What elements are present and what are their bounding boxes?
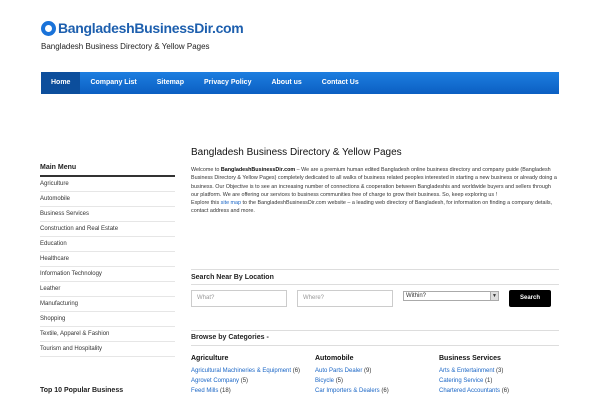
what-input[interactable]: What? xyxy=(191,290,287,307)
nav-sitemap[interactable]: Sitemap xyxy=(147,72,194,94)
site-map-link[interactable]: site map xyxy=(221,200,241,206)
category-count: (18) xyxy=(220,388,231,394)
divider xyxy=(191,345,559,346)
sidebar-item-shopping[interactable]: Shopping xyxy=(40,312,175,327)
category-title-automobile[interactable]: Automobile xyxy=(315,355,439,362)
site-tagline: Bangladesh Business Directory & Yellow P… xyxy=(41,42,210,51)
logo-text: BangladeshBusinessDir.com xyxy=(58,20,244,36)
category-title-business-services[interactable]: Business Services xyxy=(439,355,563,362)
category-link-name: Bicycle xyxy=(315,378,335,384)
sidebar: Main Menu Agriculture Automobile Busines… xyxy=(40,164,175,357)
sidebar-item-education[interactable]: Education xyxy=(40,237,175,252)
divider xyxy=(191,269,559,270)
site-logo[interactable]: BangladeshBusinessDir.com xyxy=(41,20,244,36)
category-link-name: Agrovet Company xyxy=(191,378,240,384)
sidebar-item-information-technology[interactable]: Information Technology xyxy=(40,267,175,282)
intro-text: Welcome to BangladeshBusinessDir.com – W… xyxy=(191,166,559,216)
nav-privacy-policy[interactable]: Privacy Policy xyxy=(194,72,261,94)
sidebar-item-textile[interactable]: Textile, Apparel & Fashion xyxy=(40,327,175,342)
where-input[interactable]: Where? xyxy=(297,290,393,307)
category-count: (6) xyxy=(501,388,510,394)
sidebar-item-healthcare[interactable]: Healthcare xyxy=(40,252,175,267)
category-columns: Agriculture Agricultural Machineries & E… xyxy=(191,355,563,396)
category-column: Automobile Auto Parts Dealer (9) Bicycle… xyxy=(315,355,439,396)
category-link-name: Feed Mills xyxy=(191,388,219,394)
category-link[interactable]: Arts & Entertainment (3) xyxy=(439,366,563,376)
category-link[interactable]: Catering Service (1) xyxy=(439,376,563,386)
location-pin-icon xyxy=(41,20,56,36)
category-count: (9) xyxy=(364,368,372,374)
intro-text-part: to the BangladeshBusinessDir.com website… xyxy=(191,200,553,215)
category-link[interactable]: Bicycle (5) xyxy=(315,376,439,386)
category-link-name: Arts & Entertainment xyxy=(439,368,495,374)
category-link[interactable]: Chartered Accountants (6) xyxy=(439,386,563,396)
sidebar-item-agriculture[interactable]: Agriculture xyxy=(40,177,175,192)
search-button[interactable]: Search xyxy=(509,290,551,307)
intro-text-part: Explore this xyxy=(191,200,221,207)
category-link[interactable]: Agrovet Company (5) xyxy=(191,376,315,386)
search-form: What? Where? Within? ▼ Search xyxy=(191,290,551,307)
sidebar-item-tourism[interactable]: Tourism and Hospitality xyxy=(40,342,175,357)
search-heading: Search Near By Location xyxy=(191,274,274,281)
category-count: (3) xyxy=(496,368,504,374)
nav-home[interactable]: Home xyxy=(41,72,81,94)
nav-about-us[interactable]: About us xyxy=(261,72,311,94)
category-count: (5) xyxy=(240,378,249,384)
within-select[interactable]: Within? ▼ xyxy=(403,290,499,301)
category-title-agriculture[interactable]: Agriculture xyxy=(191,355,315,362)
main-content: Bangladesh Business Directory & Yellow P… xyxy=(191,147,559,216)
sidebar-title: Main Menu xyxy=(40,164,175,177)
category-link[interactable]: Car Importers & Dealers (6) xyxy=(315,386,439,396)
browse-heading: Browse by Categories - xyxy=(191,334,269,341)
divider xyxy=(191,284,559,285)
category-count: (1) xyxy=(485,378,493,384)
divider xyxy=(191,330,559,331)
category-column: Business Services Arts & Entertainment (… xyxy=(439,355,563,396)
within-select-value: Within? xyxy=(406,292,427,299)
category-link-name: Car Importers & Dealers xyxy=(315,388,380,394)
sidebar-item-leather[interactable]: Leather xyxy=(40,282,175,297)
sidebar-item-construction[interactable]: Construction and Real Estate xyxy=(40,222,175,237)
nav-contact-us[interactable]: Contact Us xyxy=(312,72,369,94)
category-link-name: Catering Service xyxy=(439,378,484,384)
category-link[interactable]: Agricultural Machineries & Equipment (6) xyxy=(191,366,315,376)
nav-company-list[interactable]: Company List xyxy=(80,72,146,94)
category-link[interactable]: Feed Mills (18) xyxy=(191,386,315,396)
sidebar-item-manufacturing[interactable]: Manufacturing xyxy=(40,297,175,312)
sidebar-popular-title: Top 10 Popular Business xyxy=(40,387,124,394)
category-link-name: Chartered Accountants xyxy=(439,388,501,394)
category-count: (6) xyxy=(292,368,301,374)
main-nav: Home Company List Sitemap Privacy Policy… xyxy=(41,72,559,94)
category-link-name: Auto Parts Dealer xyxy=(315,368,363,374)
category-count: (5) xyxy=(335,378,344,384)
intro-text-part: Welcome to xyxy=(191,167,221,173)
category-link-name: Agricultural Machineries & Equipment xyxy=(191,368,292,374)
page-title: Bangladesh Business Directory & Yellow P… xyxy=(191,147,402,158)
dropdown-arrow-icon: ▼ xyxy=(490,291,498,300)
category-count: (6) xyxy=(381,388,389,394)
category-column: Agriculture Agricultural Machineries & E… xyxy=(191,355,315,396)
category-link[interactable]: Auto Parts Dealer (9) xyxy=(315,366,439,376)
sidebar-item-automobile[interactable]: Automobile xyxy=(40,192,175,207)
sidebar-item-business-services[interactable]: Business Services xyxy=(40,207,175,222)
intro-site-name: BangladeshBusinessDir.com xyxy=(220,167,296,173)
